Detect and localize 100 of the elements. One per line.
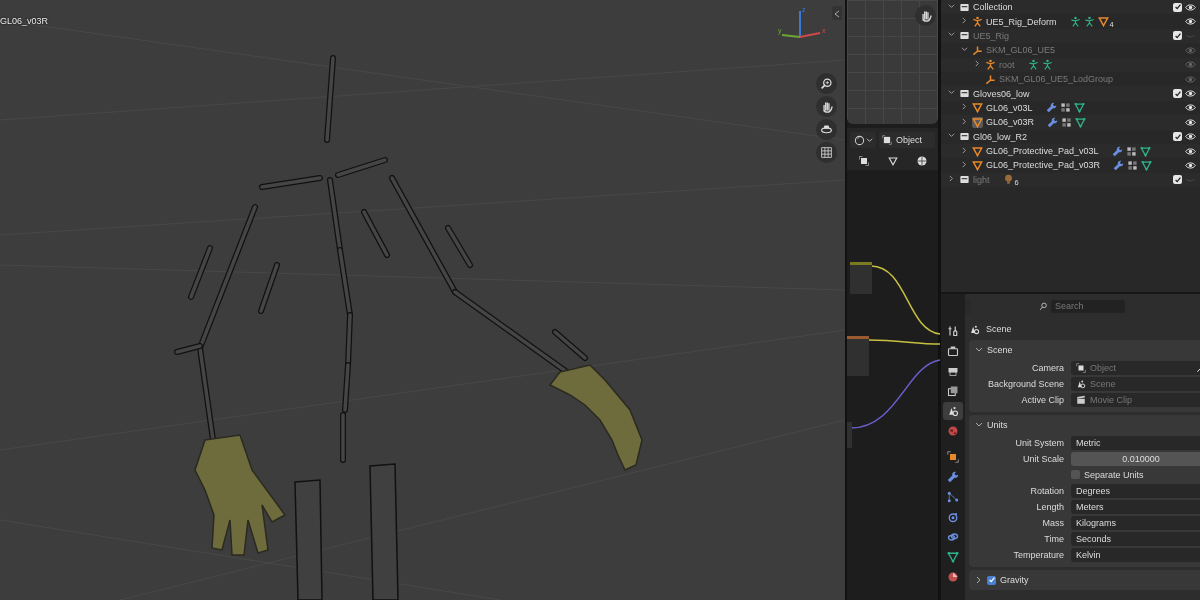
hand-button[interactable] xyxy=(816,96,837,117)
collapse-button[interactable] xyxy=(832,6,842,20)
caret-icon xyxy=(975,576,983,584)
eye-icon[interactable] xyxy=(1185,131,1196,143)
triangle-icon xyxy=(947,551,959,563)
checkmark-icon xyxy=(1173,132,1182,141)
number-field[interactable]: 0.010000 xyxy=(1071,451,1200,466)
outliner-item[interactable]: GL06_Protective_Pad_v03R xyxy=(986,160,1101,171)
triangle-icon[interactable] xyxy=(886,155,899,167)
field-label: Background Scene xyxy=(986,378,1064,389)
field-label: Unit System xyxy=(1014,437,1064,448)
field-label: Camera xyxy=(1031,362,1064,373)
checkbox[interactable] xyxy=(987,575,996,585)
square-icon xyxy=(882,135,892,145)
dropdown[interactable]: Metric xyxy=(1071,435,1200,450)
panel-header[interactable]: Units xyxy=(969,415,1200,435)
outliner-item[interactable]: Gloves06_low xyxy=(973,88,1030,99)
figure-icon xyxy=(1069,16,1081,28)
clapperboard-icon xyxy=(1076,394,1086,405)
figure-icon xyxy=(985,59,996,71)
triangle-icon xyxy=(1073,102,1085,114)
select-box-icon[interactable] xyxy=(857,155,870,167)
node-drawing xyxy=(850,262,872,294)
triangle-icon xyxy=(1097,16,1109,28)
exclude-checkbox[interactable] xyxy=(1173,132,1182,142)
nodes-icon xyxy=(947,491,959,503)
dropdown[interactable]: Seconds xyxy=(1071,531,1200,546)
eye-icon[interactable] xyxy=(1185,160,1196,171)
node-drawing xyxy=(847,422,852,448)
cone-sphere-icon xyxy=(947,405,959,417)
eye-icon[interactable] xyxy=(1185,16,1196,28)
grid-icon xyxy=(1061,116,1073,128)
exclude-checkbox[interactable] xyxy=(1173,2,1182,12)
outliner-item[interactable]: GL06_v03L xyxy=(986,102,1033,113)
figure-icon xyxy=(1083,16,1095,28)
zoom-button[interactable] xyxy=(816,73,837,94)
figure-icon xyxy=(1041,59,1053,71)
dropdown[interactable]: Meters xyxy=(1071,499,1200,514)
checkbox[interactable] xyxy=(1071,470,1080,479)
eye-icon[interactable] xyxy=(1185,116,1196,128)
field-label: Temperature xyxy=(1012,549,1064,560)
field-label: Active Clip xyxy=(1020,394,1064,405)
grid-icon xyxy=(820,146,833,159)
node-drawing xyxy=(847,336,869,376)
grid-button[interactable] xyxy=(816,142,837,163)
eye-icon[interactable] xyxy=(1185,88,1196,100)
outliner-item[interactable]: UE5_Rig_Deform xyxy=(986,16,1057,27)
figure-icon xyxy=(972,16,983,28)
outliner-item[interactable]: Collection xyxy=(973,2,1013,13)
grid-icon xyxy=(1059,102,1071,114)
figure-icon xyxy=(1027,59,1039,71)
triangle-icon xyxy=(1075,116,1087,128)
properties-tab[interactable] xyxy=(943,402,963,420)
expand-arrow[interactable] xyxy=(960,117,969,127)
outliner-item[interactable]: GL06_Protective_Pad_v03L xyxy=(986,146,1099,157)
orbit-icon xyxy=(947,511,959,523)
grid-icon xyxy=(1125,145,1137,157)
field-label: Rotation xyxy=(1029,485,1064,496)
checkmark-icon xyxy=(1173,89,1182,98)
shading-dropdown[interactable] xyxy=(850,132,876,148)
panel-header[interactable]: Scene xyxy=(969,340,1200,360)
expand-arrow[interactable] xyxy=(960,146,969,156)
dropdown[interactable]: Kilograms xyxy=(1071,515,1200,530)
panel-header[interactable]: Gravity xyxy=(969,570,1200,590)
eye-icon[interactable] xyxy=(1185,1,1196,13)
cone-sphere-icon xyxy=(1076,378,1086,389)
chevron-left-icon xyxy=(834,10,840,18)
outliner-item[interactable]: GL06_v03R xyxy=(986,117,1035,128)
triangle-icon xyxy=(1139,145,1151,157)
caret-icon xyxy=(975,421,983,429)
camera-orbit-icon xyxy=(820,123,833,136)
printer-icon xyxy=(947,365,959,377)
caret-icon xyxy=(865,136,873,144)
exclude-checkbox[interactable] xyxy=(1173,89,1182,99)
dropdown[interactable]: Degrees xyxy=(1071,483,1200,498)
checkmark-icon xyxy=(1173,3,1182,12)
checkmark-icon xyxy=(1173,31,1182,40)
checkbox-label: Separate Units xyxy=(1084,469,1144,480)
camera-orbit-button[interactable] xyxy=(816,119,837,140)
eye-icon[interactable] xyxy=(1185,145,1196,157)
wrench-icon xyxy=(1111,145,1123,157)
field-label: Mass xyxy=(1041,517,1064,528)
search-field[interactable]: Search xyxy=(1051,299,1125,313)
node-wire xyxy=(870,265,940,335)
square-icon xyxy=(1076,362,1086,373)
collection-icon xyxy=(959,131,970,143)
axis-gizmo-icon[interactable] xyxy=(781,10,821,38)
hand-button[interactable] xyxy=(915,5,936,26)
layers-icon xyxy=(947,385,959,397)
eye-icon[interactable] xyxy=(1185,102,1196,114)
expand-arrow[interactable] xyxy=(960,161,969,170)
cone-sphere-icon xyxy=(969,323,980,335)
mode-dropdown[interactable]: Object xyxy=(879,132,935,148)
object-name-label: GL06_v03R xyxy=(0,16,49,26)
hand-icon xyxy=(919,9,932,22)
node-wire xyxy=(868,339,940,345)
dropdown[interactable]: Kelvin xyxy=(1071,547,1200,562)
outliner-item[interactable]: Gl06_low_R2 xyxy=(973,131,1028,142)
wrench-icon xyxy=(1045,102,1057,114)
sphere-icon[interactable] xyxy=(915,155,928,167)
